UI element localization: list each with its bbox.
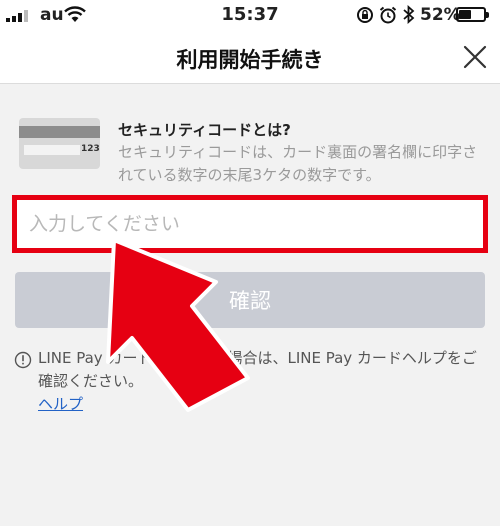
status-bar: au 15:37 52% (0, 0, 500, 30)
signature-panel (24, 145, 80, 155)
battery-fill (459, 10, 471, 19)
security-code-description: セキュリティコードは、カード裏面の署名欄に印字されている数字の末尾3ケタの数字で… (118, 143, 478, 184)
battery-icon (456, 7, 489, 22)
page-title: 利用開始手続き (176, 48, 324, 72)
card-security-number: 123 (81, 144, 100, 154)
help-link[interactable]: ヘルプ (38, 393, 83, 414)
info-icon (14, 351, 32, 369)
notice-text: LINE Pay カード ない場合は、LINE Pay カードヘルプをご確認くだ… (38, 349, 477, 390)
battery-percent: 52% (420, 5, 461, 25)
security-code-input[interactable] (17, 200, 483, 248)
alarm-icon (379, 6, 397, 24)
card-back-illustration: 123 (19, 118, 100, 169)
magnetic-stripe (19, 126, 100, 138)
confirm-button[interactable]: 確認 (15, 272, 485, 328)
rotation-lock-icon (357, 7, 373, 23)
bluetooth-icon (403, 5, 415, 24)
security-code-title: セキュリティコードとは? (118, 121, 291, 139)
header-bar: 利用開始手続き (0, 30, 500, 84)
close-icon[interactable] (462, 44, 488, 70)
security-code-input-highlight (12, 195, 488, 253)
